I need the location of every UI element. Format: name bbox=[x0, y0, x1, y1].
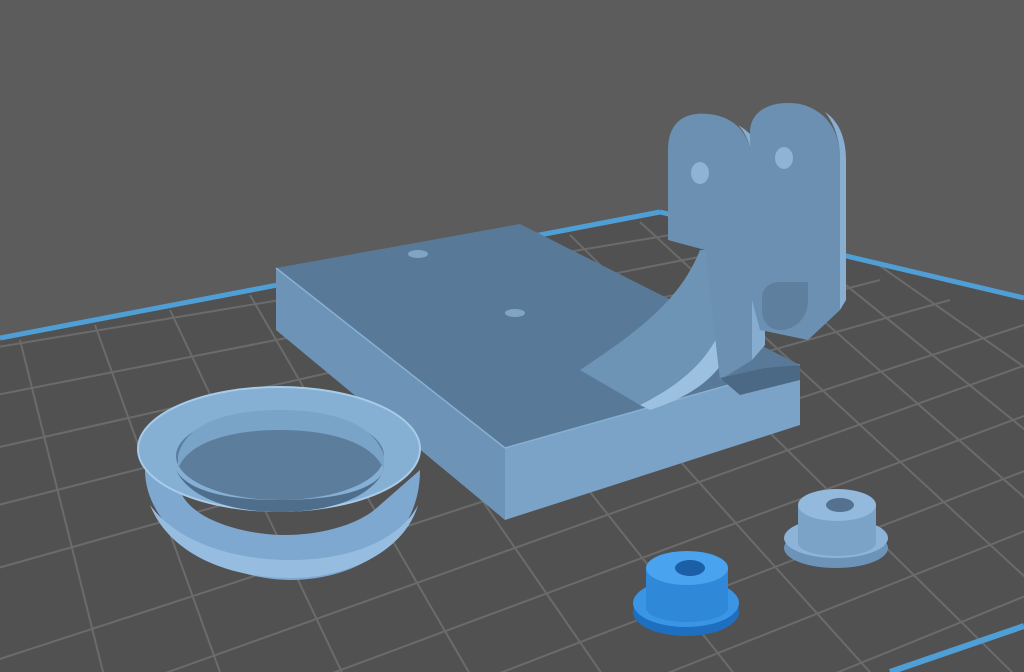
bushing-small-object[interactable] bbox=[784, 489, 888, 568]
tab-right-hole bbox=[775, 147, 793, 169]
plate-hole-1 bbox=[408, 250, 428, 258]
3d-viewport[interactable] bbox=[0, 0, 1024, 672]
bushing-selected-hole bbox=[675, 560, 705, 576]
scene-canvas[interactable] bbox=[0, 0, 1024, 672]
tab-left-hole bbox=[691, 162, 709, 184]
bushing-small-hole bbox=[826, 498, 854, 512]
bushing-selected-object[interactable] bbox=[633, 551, 739, 636]
plate-hole-2 bbox=[505, 309, 525, 317]
